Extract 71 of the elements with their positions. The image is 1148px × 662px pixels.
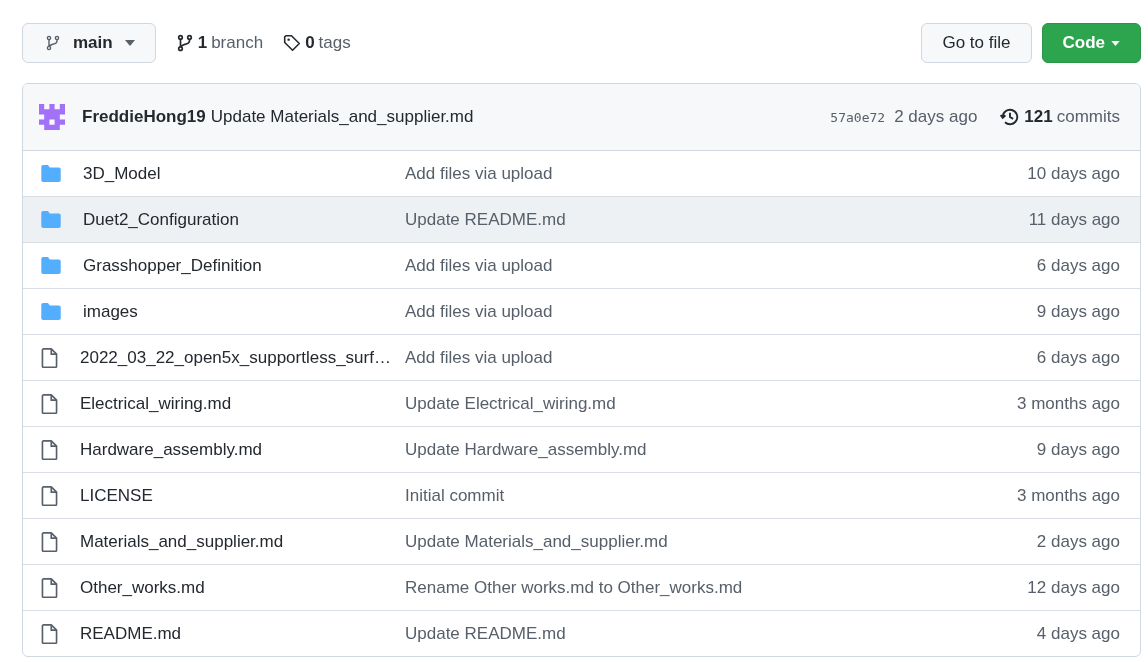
caret-icon	[1111, 40, 1120, 46]
commit-time: 3 months ago	[1017, 393, 1120, 414]
file-name-link[interactable]: 3D_Model	[83, 163, 161, 184]
commit-time: 4 days ago	[1036, 623, 1120, 644]
commits-link[interactable]: 121 commits	[1000, 107, 1120, 127]
file-icon	[41, 393, 58, 414]
file-name-link[interactable]: Duet2_Configuration	[83, 209, 239, 230]
commit-time: 3 months ago	[1017, 485, 1120, 506]
file-name-link[interactable]: Other_works.md	[80, 577, 205, 598]
file-row[interactable]: README.md Update README.md 4 days ago	[23, 610, 1140, 656]
file-row[interactable]: Materials_and_supplier.md Update Materials_and_supplier.md 2 days ago	[23, 518, 1140, 564]
file-icon	[41, 623, 58, 644]
commit-message-link[interactable]: Update Materials_and_supplier.md	[405, 531, 1037, 552]
commit-sha-link[interactable]: 57a0e72	[830, 109, 886, 125]
branches-link[interactable]: 1 branch	[175, 33, 264, 53]
file-icon	[41, 531, 58, 552]
caret-icon	[124, 40, 135, 46]
commit-time: 12 days ago	[1027, 577, 1120, 598]
folder-icon	[41, 165, 61, 182]
file-row[interactable]: Electrical_wiring.md Update Electrical_wiring.md 3 months ago	[23, 380, 1140, 426]
file-name-link[interactable]: Grasshopper_Definition	[83, 255, 262, 276]
file-name-link[interactable]: Materials_and_supplier.md	[80, 531, 284, 552]
commit-message-link[interactable]: Update Hardware_assembly.md	[405, 439, 1037, 460]
commit-time: 2 days ago	[894, 107, 978, 127]
branch-selector[interactable]: main	[22, 23, 156, 63]
commit-time: 6 days ago	[1036, 347, 1120, 368]
commit-time: 2 days ago	[1036, 531, 1120, 552]
go-to-file-button[interactable]: Go to file	[921, 23, 1032, 63]
file-row[interactable]: 2022_03_22_open5x_supportless_surf… Add files via upload 6 days ago	[23, 334, 1140, 380]
folder-icon	[41, 257, 61, 274]
commit-message-link[interactable]: Rename Other works.md to Other_works.md	[405, 577, 1028, 598]
history-icon	[1000, 107, 1021, 127]
commit-message-link[interactable]: Add files via upload	[405, 347, 1037, 368]
commit-time: 9 days ago	[1036, 439, 1120, 460]
file-name-link[interactable]: 2022_03_22_open5x_supportless_surf…	[80, 347, 391, 368]
file-name-link[interactable]: Electrical_wiring.md	[80, 393, 232, 414]
file-name-link[interactable]: Hardware_assembly.md	[80, 439, 263, 460]
commit-message-link[interactable]: Add files via upload	[405, 255, 1037, 276]
avatar-icon	[39, 104, 65, 130]
commit-author-link[interactable]: FreddieHong19	[82, 107, 206, 127]
file-name-link[interactable]: README.md	[80, 623, 182, 644]
file-name-link[interactable]: LICENSE	[80, 485, 153, 506]
file-row[interactable]: 3D_Model Add files via upload 10 days ago	[23, 151, 1140, 196]
commit-time: 6 days ago	[1036, 255, 1120, 276]
branch-icon	[175, 34, 194, 52]
file-row[interactable]: Other_works.md Rename Other works.md to Other_works.md 12 days ago	[23, 564, 1140, 610]
commit-message-link[interactable]: Update Electrical_wiring.md	[405, 393, 1017, 414]
commit-message-link[interactable]: Initial commit	[405, 485, 1017, 506]
file-icon	[41, 485, 58, 506]
folder-icon	[41, 303, 61, 320]
commit-message-link[interactable]: Update README.md	[405, 209, 1029, 230]
commit-message-link[interactable]: Add files via upload	[405, 301, 1037, 322]
tags-link[interactable]: 0 tags	[283, 33, 351, 53]
commit-message-link[interactable]: Update README.md	[405, 623, 1037, 644]
file-row[interactable]: images Add files via upload 9 days ago	[23, 288, 1140, 334]
commit-time: 9 days ago	[1036, 301, 1120, 322]
tag-icon	[283, 34, 302, 52]
branch-icon	[45, 35, 61, 51]
folder-icon	[41, 211, 61, 228]
file-icon	[41, 439, 58, 460]
file-icon	[41, 577, 58, 598]
commit-time: 10 days ago	[1027, 163, 1120, 184]
commit-message-link[interactable]: Add files via upload	[405, 163, 1028, 184]
file-icon	[41, 347, 58, 368]
file-row[interactable]: Grasshopper_Definition Add files via upload 6 days ago	[23, 242, 1140, 288]
file-row[interactable]: LICENSE Initial commit 3 months ago	[23, 472, 1140, 518]
commit-message-link[interactable]: Update Materials_and_supplier.md	[210, 107, 474, 127]
file-name-link[interactable]: images	[83, 301, 138, 322]
commit-time: 11 days ago	[1028, 209, 1120, 230]
file-row[interactable]: Duet2_Configuration Update README.md 11 days ago	[23, 196, 1140, 242]
file-row[interactable]: Hardware_assembly.md Update Hardware_assembly.md 9 days ago	[23, 426, 1140, 472]
